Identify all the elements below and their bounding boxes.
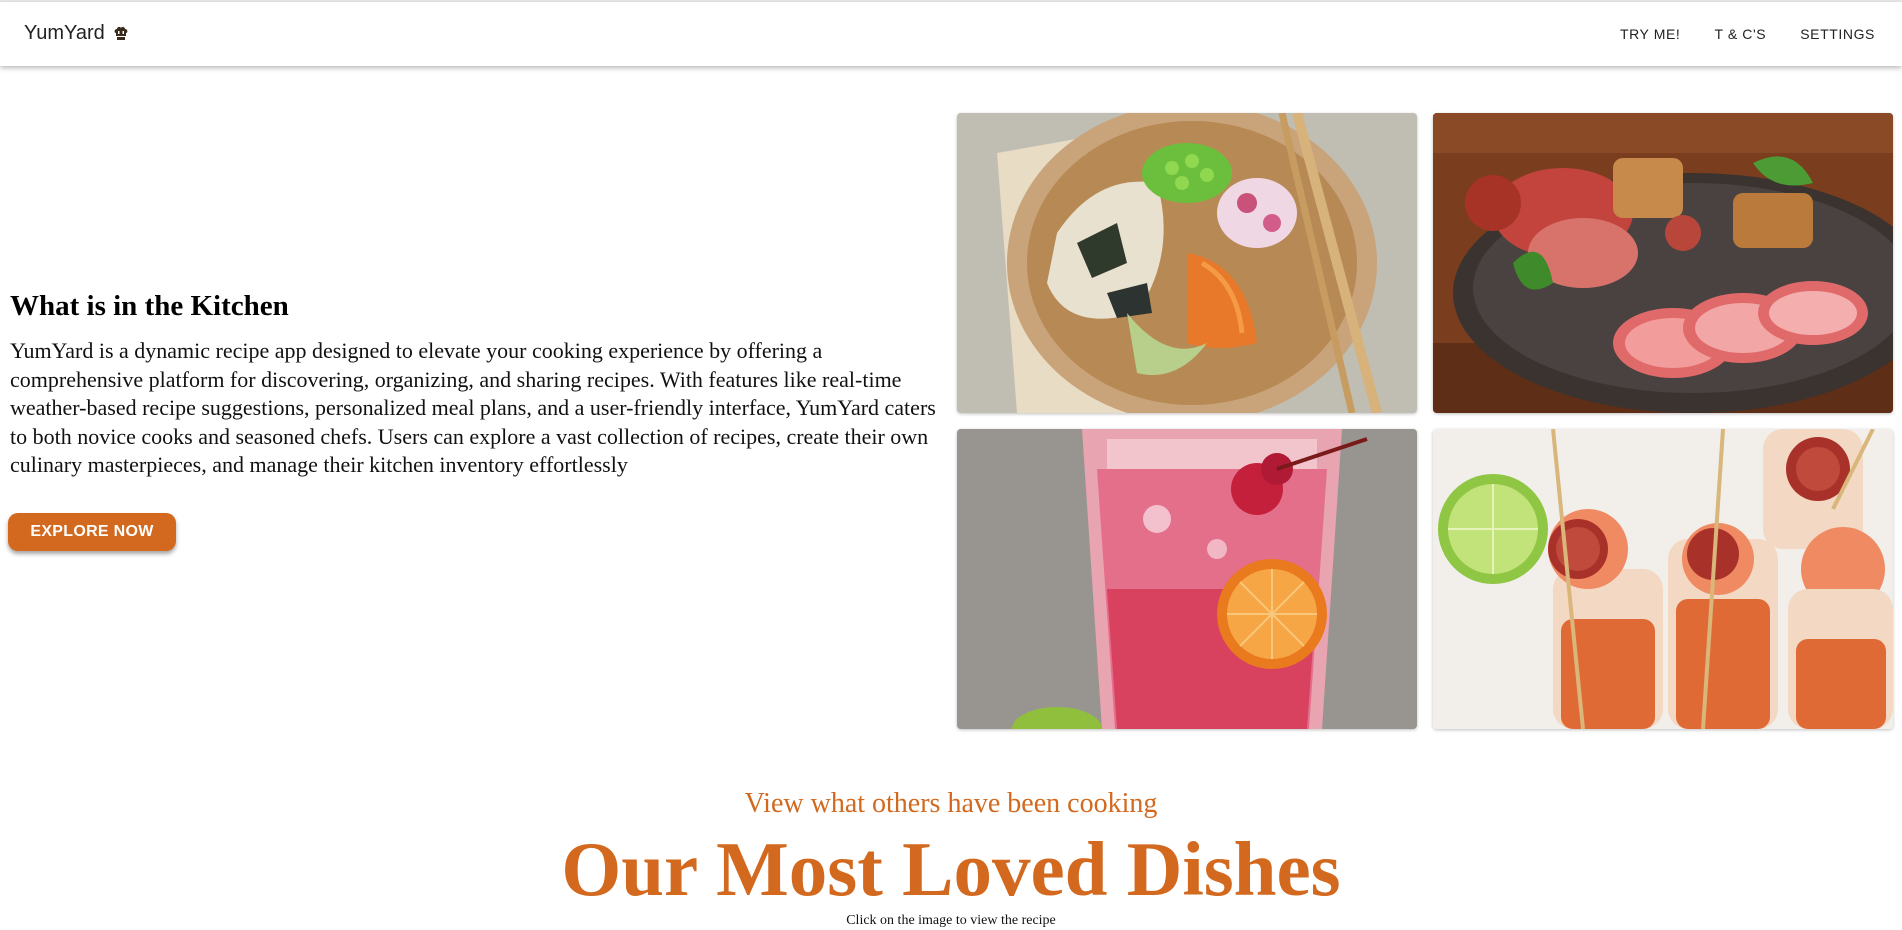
loved-title: Our Most Loved Dishes — [561, 826, 1341, 912]
nav-terms[interactable]: T & C'S — [1714, 26, 1766, 42]
navbar: YumYard TRY ME! T & C'S SETTINGS — [0, 2, 1902, 66]
hero-title: What is in the Kitchen — [10, 290, 289, 322]
loved-subtitle: View what others have been cooking — [744, 788, 1158, 819]
grain-bowl-image[interactable] — [957, 113, 1417, 413]
explore-now-button[interactable]: EXPLORE NOW — [8, 513, 176, 551]
hero-section: What is in the Kitchen YumYard is a dyna… — [10, 290, 945, 480]
brand-logo[interactable]: YumYard — [24, 22, 129, 45]
nav-links: TRY ME! T & C'S SETTINGS — [1620, 26, 1875, 42]
brand-name: YumYard — [24, 22, 105, 44]
pink-drink-image[interactable] — [957, 429, 1417, 729]
chef-hat-icon — [113, 26, 129, 42]
nav-settings[interactable]: SETTINGS — [1800, 26, 1875, 42]
charcuterie-plate-image[interactable] — [1433, 113, 1893, 413]
shrimp-chorizo-skewers-image[interactable] — [1433, 429, 1893, 729]
nav-try-me[interactable]: TRY ME! — [1620, 26, 1680, 42]
loved-hint: Click on the image to view the recipe — [846, 913, 1056, 928]
hero-description: YumYard is a dynamic recipe app designed… — [10, 338, 936, 478]
